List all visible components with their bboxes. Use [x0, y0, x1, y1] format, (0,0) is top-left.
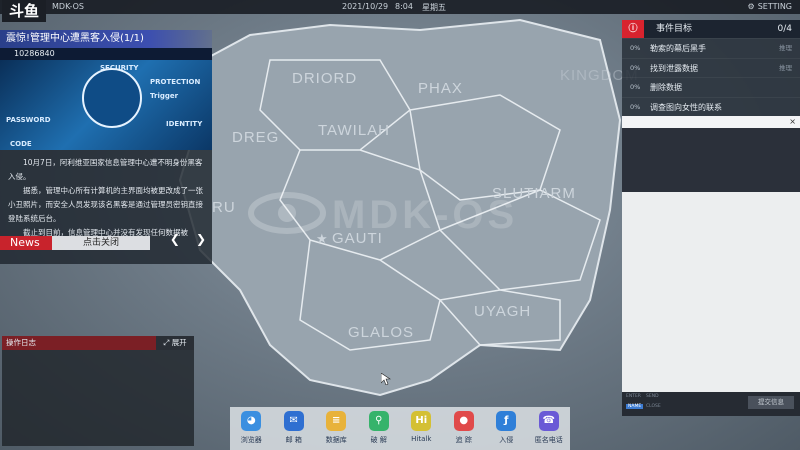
objective-hint: 推理 — [779, 44, 792, 52]
app-dock: ◕ 浏览器 ✉ 邮 箱 ≡ 数据库 ⚲ 破 解 Hi Hitalk ● 追 踪 ƒ 入侵 ☎ 匿名电话 — [230, 407, 570, 450]
objective-progress: 0% — [630, 102, 641, 111]
objective-text: 删除数据 — [650, 83, 682, 92]
objective-item[interactable]: 0% 调查图向女性的联系 — [622, 96, 800, 116]
region-label: UYAGH — [474, 303, 531, 320]
objective-progress: 0% — [630, 83, 641, 91]
dock-app-label: Hitalk — [411, 435, 432, 443]
objectives-panel: ⓘ 事件目标 0/4 0% 勒索的幕后黑手 推理 0% 找到泄露数据 推理 0%… — [622, 20, 800, 116]
banner-keyword: IDENTITY — [166, 120, 203, 128]
dock-app-label: 追 踪 — [455, 436, 472, 444]
news-banner-image: PASSWORD PROTECTION IDENTITY Trigger COD… — [0, 60, 212, 150]
dock-app-label: 邮 箱 — [285, 436, 302, 444]
news-paragraph: 10月7日，阿利维亚国家信息管理中心遭不明身份黑客入侵。 — [8, 158, 203, 181]
news-id: 10286840 — [0, 48, 212, 60]
dock-app-phone[interactable]: ☎ 匿名电话 — [529, 411, 569, 450]
log-header: 操作日志 ⤢ 展开 — [2, 336, 194, 350]
close-icon[interactable]: × — [789, 116, 796, 128]
dock-app-mail[interactable]: ✉ 邮 箱 — [274, 411, 314, 450]
banner-keyword: PASSWORD — [6, 116, 51, 124]
news-tab-bar: News 点击关闭 — [0, 236, 150, 250]
news-panel: 震惊!管理中心遭黑客入侵(1/1) 10286840 PASSWORD PROT… — [0, 30, 212, 264]
douyu-logo: 斗鱼 — [2, 0, 46, 22]
chat-footer: ENTER NAME SEND CLOSE 提交信息 — [622, 392, 800, 416]
top-bar: MDK-OS 2021/10/29 8:04 星期五 ⚙ SETTING — [0, 0, 800, 14]
log-expand-button[interactable]: ⤢ 展开 — [156, 336, 194, 350]
dock-app-browser[interactable]: ◕ 浏览器 — [231, 411, 271, 450]
os-watermark: MDK-OS — [332, 193, 518, 237]
chevron-left-icon[interactable]: ❮ — [170, 232, 180, 246]
weekday-display: 星期五 — [422, 3, 446, 12]
dock-app-database[interactable]: ≡ 数据库 — [316, 411, 356, 450]
setting-label: SETTING — [757, 2, 792, 11]
chat-message-area[interactable] — [622, 192, 800, 392]
gear-icon: ⚙ — [747, 2, 755, 11]
region-label: PHAX — [418, 80, 463, 97]
region-label: DRIORD — [292, 70, 357, 87]
region-label: RU — [212, 199, 236, 216]
objective-progress: 0% — [630, 63, 641, 72]
banner-keyword: PROTECTION — [150, 78, 201, 86]
banner-keyword: CODE — [10, 140, 32, 148]
time-display: 8:04 — [395, 2, 413, 11]
objective-item[interactable]: 0% 删除数据 — [622, 77, 800, 97]
news-paragraph: 据悉，管理中心所有计算机的主界面均被更改成了一张小丑照片，而安全人员发现该名黑客… — [8, 186, 203, 223]
dock-app-label: 数据库 — [325, 436, 347, 444]
objective-text: 找到泄露数据 — [650, 63, 698, 73]
objective-text: 调查图向女性的联系 — [650, 102, 722, 112]
dock-app-track[interactable]: ● 追 踪 — [444, 411, 484, 450]
dock-app-label: 匿名电话 — [534, 436, 563, 444]
region-label: DREG — [232, 129, 279, 146]
mail-icon: ✉ — [283, 411, 304, 431]
chat-window: × — [622, 116, 800, 392]
security-seal-icon — [82, 68, 142, 128]
dock-app-label: 浏览器 — [240, 436, 262, 444]
objectives-title: 事件目标 — [656, 24, 693, 34]
crack-icon: ⚲ — [368, 411, 389, 431]
browser-icon: ◕ — [241, 411, 262, 431]
capital-star-icon: ★ — [316, 232, 328, 247]
chat-titlebar: × — [622, 116, 800, 128]
hack-icon: ƒ — [496, 411, 517, 431]
chevron-right-icon[interactable]: ❯ — [196, 232, 206, 246]
dock-app-hitalk[interactable]: Hi Hitalk — [401, 411, 441, 450]
dock-app-hack[interactable]: ƒ 入侵 — [486, 411, 526, 450]
dock-app-label: 破 解 — [370, 436, 387, 444]
objectives-header: ⓘ 事件目标 0/4 — [622, 20, 800, 38]
news-tab-label: News — [0, 236, 52, 250]
news-title: 震惊!管理中心遭黑客入侵(1/1) — [0, 30, 212, 48]
chat-contact-area — [622, 128, 800, 192]
database-icon: ≡ — [326, 411, 347, 431]
date-display: 2021/10/29 — [342, 2, 389, 11]
chat-footer-option[interactable]: ENTER — [626, 394, 641, 399]
setting-button[interactable]: ⚙ SETTING — [748, 2, 792, 11]
news-close-button[interactable]: 点击关闭 — [52, 236, 150, 250]
phone-icon: ☎ — [538, 411, 559, 431]
chat-footer-option[interactable]: SEND — [646, 394, 659, 399]
mouse-cursor-icon — [381, 373, 391, 385]
operation-log-panel: 操作日志 ⤢ 展开 — [2, 336, 194, 446]
objective-progress: 0% — [630, 44, 641, 52]
region-label: TAWILAH — [318, 122, 390, 139]
dock-app-label: 入侵 — [499, 436, 514, 444]
region-label: GLALOS — [348, 324, 414, 341]
hitalk-icon: Hi — [411, 411, 432, 431]
chat-footer-option[interactable]: CLOSE — [646, 404, 661, 409]
expand-icon: ⤢ — [163, 338, 170, 347]
objectives-count: 0/4 — [777, 24, 792, 34]
os-name: MDK-OS — [52, 2, 84, 11]
submit-info-button[interactable]: 提交信息 — [748, 396, 794, 409]
objective-text: 勒索的幕后黑手 — [650, 44, 706, 53]
alert-icon: ⓘ — [622, 20, 644, 38]
track-icon: ● — [453, 411, 474, 431]
objective-item[interactable]: 0% 找到泄露数据 推理 — [622, 57, 800, 77]
objective-item[interactable]: 0% 勒索的幕后黑手 推理 — [622, 38, 800, 58]
log-title: 操作日志 — [6, 338, 36, 347]
objective-hint: 推理 — [779, 63, 792, 72]
news-pager: ❮ ❯ — [170, 232, 206, 246]
expand-label: 展开 — [171, 338, 187, 347]
dock-app-crack[interactable]: ⚲ 破 解 — [359, 411, 399, 450]
chat-footer-option[interactable]: NAME — [626, 404, 644, 409]
banner-keyword: Trigger — [150, 92, 179, 100]
